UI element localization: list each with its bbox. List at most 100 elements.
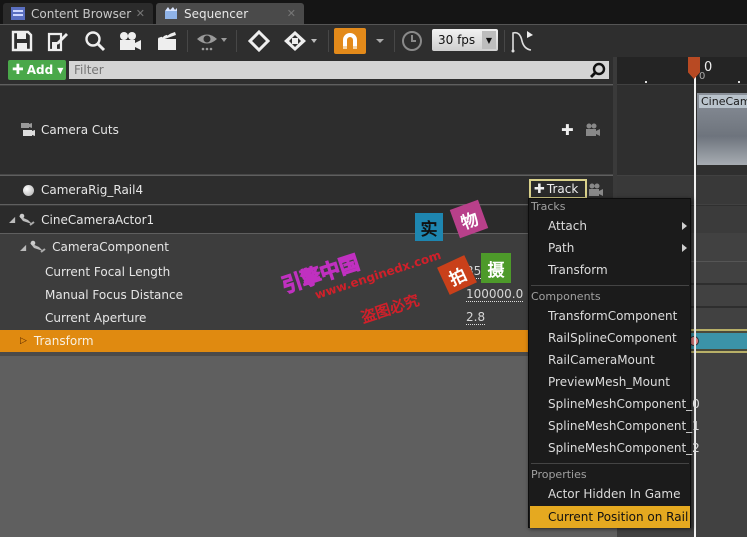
menu-item-label: SplineMeshComponent_1 (548, 419, 700, 433)
chevron-down-icon (376, 39, 384, 43)
close-icon[interactable]: ✕ (287, 7, 296, 20)
camera-cuts-icon (21, 123, 35, 136)
add-track-dropdown-button[interactable]: ✚ Track (529, 179, 587, 199)
menu-item-label: SplineMeshComponent_0 (548, 397, 700, 411)
cine-camera-icon (30, 240, 46, 253)
view-options-button[interactable] (193, 28, 231, 54)
save-as-button[interactable] (44, 28, 72, 54)
chevron-down-icon: ▼ (482, 31, 496, 49)
track-button-label: Track (546, 182, 579, 196)
transform-key-button[interactable] (282, 28, 322, 54)
current-frame-sub-label: 0 (699, 71, 706, 82)
menu-item-current-position-on-rail[interactable]: Current Position on Rail (530, 506, 690, 528)
tab-sequencer[interactable]: Sequencer ✕ (156, 3, 304, 24)
tab-content-browser[interactable]: Content Browser ✕ (3, 3, 153, 24)
add-label: Add (26, 63, 54, 77)
menu-item-spline-mesh-0[interactable]: SplineMeshComponent_0 (530, 393, 700, 415)
camera-component-track[interactable]: ◢ CameraComponent (0, 234, 613, 260)
camera-cuts-track[interactable]: Camera Cuts ✚ (0, 85, 613, 175)
tab-bar: Content Browser ✕ Sequencer ✕ (0, 0, 747, 24)
filter-input[interactable] (69, 61, 609, 79)
add-key-button[interactable] (245, 28, 273, 54)
playhead-line[interactable] (694, 57, 696, 537)
snap-options-dropdown[interactable] (370, 28, 390, 54)
expand-arrow-icon[interactable]: ◢ (9, 215, 15, 224)
camera-icon (120, 32, 141, 50)
transform-track[interactable]: ▷ Transform (0, 330, 613, 352)
camera-icon[interactable] (588, 183, 604, 197)
property-track-aperture[interactable]: Current Aperture 2.8 (0, 306, 613, 330)
snap-toggle-button[interactable] (334, 28, 366, 54)
property-label: Current Focal Length (45, 264, 171, 279)
menu-section-header: Tracks (531, 200, 566, 213)
snap-magnet-icon (343, 33, 357, 49)
save-icon (11, 30, 33, 52)
search-icon (590, 62, 606, 78)
menu-item-label: Actor Hidden In Game (548, 487, 681, 501)
expand-arrow-icon[interactable]: ▷ (20, 336, 27, 346)
property-value[interactable]: 100000.0 (466, 287, 524, 302)
render-movie-button[interactable] (153, 28, 181, 54)
track-label: CameraRig_Rail4 (41, 183, 144, 197)
ruler-tick (738, 81, 740, 83)
save-button[interactable] (8, 28, 36, 54)
menu-item-label: Current Position on Rail (548, 510, 689, 524)
sequencer-icon (165, 7, 177, 19)
camera-icon[interactable] (585, 123, 601, 137)
plus-icon: ✚ (534, 181, 545, 197)
menu-item-path[interactable]: Path (530, 237, 690, 259)
menu-section-header: Properties (531, 468, 587, 481)
add-camera-cut-button[interactable]: ✚ (561, 121, 574, 139)
find-button[interactable] (81, 28, 109, 54)
property-label: Manual Focus Distance (45, 287, 183, 302)
clock-icon (402, 31, 422, 51)
menu-item-spline-mesh-2[interactable]: SplineMeshComponent_2 (530, 437, 700, 459)
menu-item-actor-hidden-in-game[interactable]: Actor Hidden In Game (530, 483, 690, 505)
divider (0, 352, 613, 356)
outliner-header: ✚ Add ▼ (0, 57, 613, 84)
watermark-stamp: 实 (415, 213, 443, 241)
curve-editor-icon (511, 31, 533, 53)
time-ruler[interactable]: 0 0 (617, 57, 747, 84)
tab-label: Sequencer (184, 6, 249, 21)
close-icon[interactable]: ✕ (136, 7, 145, 20)
track-outliner: ✚ Add ▼ Camera Cuts ✚ CameraRig_Rail4 ◢ … (0, 57, 613, 537)
camera-shot-thumbnail[interactable]: CineCam (697, 93, 747, 165)
curve-editor-button[interactable] (508, 28, 536, 54)
actor-sphere-icon (23, 184, 34, 196)
property-value[interactable]: 2.8 (466, 310, 486, 325)
camera-rig-track[interactable]: CameraRig_Rail4 (0, 176, 613, 204)
menu-item-transform-component[interactable]: TransformComponent (530, 305, 690, 327)
track-label: Transform (33, 334, 94, 348)
cine-camera-icon (19, 213, 35, 226)
menu-section-header: Components (531, 290, 601, 303)
plus-icon: ✚ (12, 62, 24, 78)
menu-item-label: RailSplineComponent (548, 331, 677, 345)
track-label: CameraComponent (52, 240, 169, 254)
cine-camera-actor-track[interactable]: ◢ CineCameraActor1 (0, 205, 613, 233)
menu-item-label: RailCameraMount (548, 353, 655, 367)
menu-item-attach[interactable]: Attach (530, 215, 690, 237)
menu-item-rail-camera-mount[interactable]: RailCameraMount (530, 349, 690, 371)
menu-separator (531, 285, 689, 286)
camera-cuts-lane[interactable]: CineCam (617, 85, 747, 175)
menu-item-label: Attach (548, 219, 587, 233)
find-icon (85, 31, 106, 52)
render-movie-icon (158, 32, 176, 50)
content-browser-icon (11, 7, 25, 20)
menu-item-transform[interactable]: Transform (530, 259, 690, 281)
ruler-tick (645, 81, 647, 83)
expand-arrow-icon[interactable]: ◢ (20, 243, 26, 252)
track-label: Camera Cuts (41, 123, 119, 137)
camera-button[interactable] (116, 28, 144, 54)
shot-label: CineCam (699, 95, 747, 108)
fps-dropdown[interactable]: 30 fps ▼ (432, 29, 498, 51)
submenu-arrow-icon (682, 244, 687, 252)
menu-item-preview-mesh-mount[interactable]: PreviewMesh_Mount (530, 371, 690, 393)
fps-value: 30 fps (438, 33, 476, 47)
time-snap-button[interactable] (398, 28, 426, 54)
property-label: Current Aperture (45, 311, 147, 325)
add-track-button[interactable]: ✚ Add ▼ (8, 60, 66, 80)
menu-item-rail-spline-component[interactable]: RailSplineComponent (530, 327, 690, 349)
menu-item-spline-mesh-1[interactable]: SplineMeshComponent_1 (530, 415, 700, 437)
